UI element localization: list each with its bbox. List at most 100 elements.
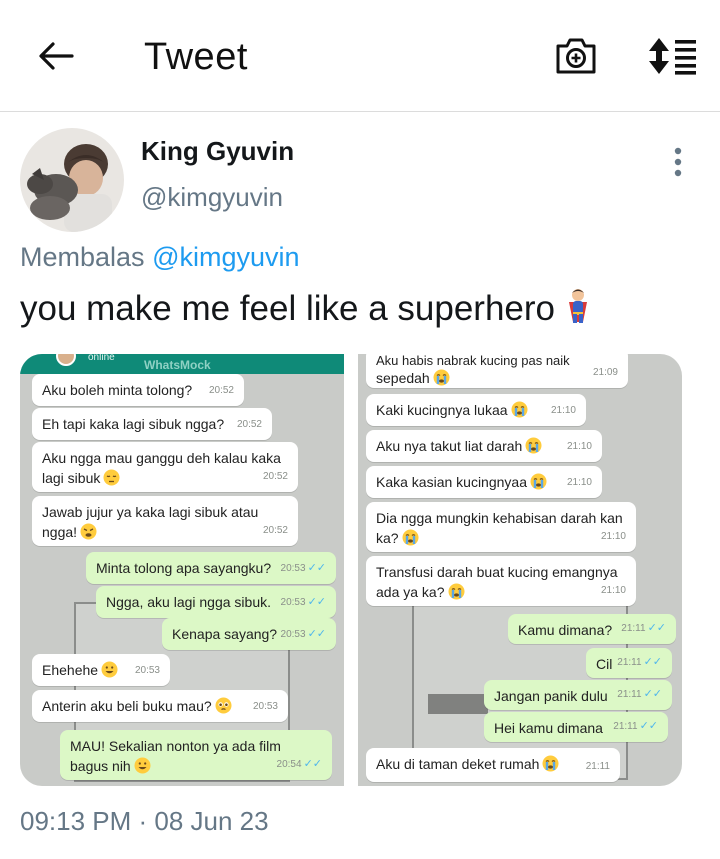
message-time: 21:10 — [600, 585, 626, 596]
message-text: Jangan panik dulu — [494, 688, 608, 704]
superhero-emoji-icon — [565, 288, 591, 333]
more-vertical-icon — [674, 147, 682, 177]
message-text-line: ada ya ka? — [376, 584, 445, 600]
top-bar: Tweet — [0, 0, 720, 112]
message-text: Ehehehe — [42, 662, 99, 678]
message-text: Kenapa sayang? — [172, 626, 278, 642]
message-time-read: 21:11 ✓✓ — [617, 688, 662, 700]
chat-message-in: Aku boleh minta tolong? 20:52 — [32, 374, 244, 406]
message-time: 21:09 — [592, 367, 618, 378]
message-time-read: 21:11 ✓✓ — [617, 656, 662, 668]
double-check-icon: ✓✓ — [307, 596, 326, 608]
message-time: 20:52 — [236, 419, 262, 430]
double-check-icon: ✓✓ — [307, 628, 326, 640]
tweet-media[interactable]: online WhatsMock Aku boleh minta tolong?… — [20, 354, 682, 786]
camera-plus-icon — [556, 38, 596, 74]
chat-message-in: Ehehehe 20:53 — [32, 654, 170, 686]
double-check-icon: ✓✓ — [643, 688, 662, 700]
double-check-icon: ✓✓ — [307, 562, 326, 574]
page-title: Tweet — [144, 36, 248, 78]
chat-message-in: Aku di taman deket rumah 21:11 — [366, 748, 620, 782]
sort-button[interactable] — [646, 36, 698, 76]
message-time: 21:11 — [585, 761, 610, 772]
chat-message-in: Kaka kasian kucingnyaa 21:10 — [366, 466, 602, 498]
message-text-line: bagus nih — [70, 758, 131, 774]
avatar-photo — [20, 128, 124, 232]
chat-message-out: Minta tolong apa sayangku? 20:53 ✓✓ — [86, 552, 336, 584]
message-time: 20:53 — [252, 701, 278, 712]
more-button[interactable] — [664, 146, 692, 178]
crying-face-icon — [402, 529, 419, 551]
message-time: 21:10 — [566, 441, 592, 452]
message-text: Hei kamu dimana — [494, 720, 603, 736]
chat-message-out: Ngga, aku lagi ngga sibuk. 20:53 ✓✓ — [96, 586, 336, 618]
message-text-line: ngga! — [42, 524, 78, 540]
message-time-read: 21:11 ✓✓ — [621, 622, 666, 634]
message-text-line: ka? — [376, 530, 399, 546]
avatar[interactable] — [20, 128, 124, 232]
double-check-icon: ✓✓ — [303, 758, 322, 770]
back-arrow-icon — [39, 42, 74, 70]
back-button[interactable] — [36, 36, 76, 76]
message-time: 21:10 — [550, 405, 576, 416]
message-time: 20:53 — [134, 665, 160, 676]
chat-message-in: Kaki kucingnya lukaa 21:10 — [366, 394, 586, 426]
message-time: 20:52 — [262, 525, 288, 536]
double-check-icon: ✓✓ — [639, 720, 658, 732]
tweet-text-content: you make me feel like a superhero — [20, 289, 555, 328]
message-text-line: Transfusi darah buat kucing emangnya — [376, 564, 618, 580]
message-text: Ngga, aku lagi ngga sibuk. — [106, 594, 271, 610]
crying-face-icon — [530, 473, 547, 495]
camera-button[interactable] — [554, 36, 598, 76]
contact-avatar — [56, 354, 76, 366]
author-name[interactable]: King Gyuvin — [141, 136, 294, 167]
message-text: Kaki kucingnya lukaa — [376, 402, 508, 418]
chat-screenshot-left: online WhatsMock Aku boleh minta tolong?… — [20, 354, 344, 786]
crying-face-icon — [542, 755, 559, 777]
chat-message-out: Kamu dimana? 21:11 ✓✓ — [508, 614, 676, 644]
reply-mention-link[interactable]: @kimgyuvin — [152, 242, 299, 272]
chat-message-out: Hei kamu dimana 21:11 ✓✓ — [484, 712, 668, 742]
chat-message-in: Eh tapi kaka lagi sibuk ngga? 20:52 — [32, 408, 272, 440]
reply-prefix: Membalas — [20, 242, 145, 272]
chat-header: online WhatsMock — [20, 354, 344, 374]
double-check-icon: ✓✓ — [643, 656, 662, 668]
message-text: Aku boleh minta tolong? — [42, 382, 193, 398]
chat-message-in: Jawab jujur ya kaka lagi sibuk atau ngga… — [32, 496, 298, 546]
message-time-read: 20:53 ✓✓ — [280, 596, 326, 608]
message-text-line: Dia ngga mungkin kehabisan darah kan — [376, 510, 623, 526]
grinning-face-icon — [134, 757, 151, 779]
author-handle[interactable]: @kimgyuvin — [141, 182, 283, 213]
background-image — [428, 694, 488, 714]
grinning-face-icon — [101, 661, 118, 683]
double-check-icon: ✓✓ — [647, 622, 666, 634]
message-text-line: sepedah — [376, 370, 430, 386]
message-text: Kaka kasian kucingnyaa — [376, 474, 527, 490]
message-time: 20:52 — [262, 471, 288, 482]
message-text-line: Aku habis nabrak kucing pas naik — [376, 354, 570, 368]
message-text: Aku nya takut liat darah — [376, 438, 523, 454]
tweet-text: you make me feel like a superhero — [20, 288, 591, 333]
contact-status: online — [88, 354, 115, 363]
crying-face-icon — [448, 583, 465, 605]
tweet-timestamp: 09:13 PM · 08 Jun 23 — [20, 806, 269, 836]
chat-screenshot-right: Aku habis nabrak kucing pas naik sepedah… — [358, 354, 682, 786]
message-text-line: MAU! Sekalian nonton ya ada film — [70, 738, 281, 754]
message-text-line: Aku ngga mau ganggu deh kalau kaka — [42, 450, 281, 466]
message-time: 20:52 — [208, 385, 234, 396]
message-time: 21:10 — [566, 477, 592, 488]
message-text: Eh tapi kaka lagi sibuk ngga? — [42, 416, 225, 432]
message-time-read: 20:53 ✓✓ — [280, 562, 326, 574]
message-text-line: lagi sibuk — [42, 470, 101, 486]
chat-message-in: Transfusi darah buat kucing emangnya ada… — [366, 556, 636, 606]
chat-message-out: Cil 21:11 ✓✓ — [586, 648, 672, 678]
crying-face-icon — [433, 369, 450, 391]
chat-message-out: Jangan panik dulu 21:11 ✓✓ — [484, 680, 672, 710]
message-time-read: 20:54 ✓✓ — [276, 758, 322, 770]
watermark: WhatsMock — [144, 358, 211, 372]
chat-message-in: Aku ngga mau ganggu deh kalau kaka lagi … — [32, 442, 298, 492]
chat-message-in: Aku habis nabrak kucing pas naik sepedah… — [366, 354, 628, 388]
message-time-read: 21:11 ✓✓ — [613, 720, 658, 732]
chat-message-in: Dia ngga mungkin kehabisan darah kan ka?… — [366, 502, 636, 552]
sort-icon — [649, 38, 696, 75]
